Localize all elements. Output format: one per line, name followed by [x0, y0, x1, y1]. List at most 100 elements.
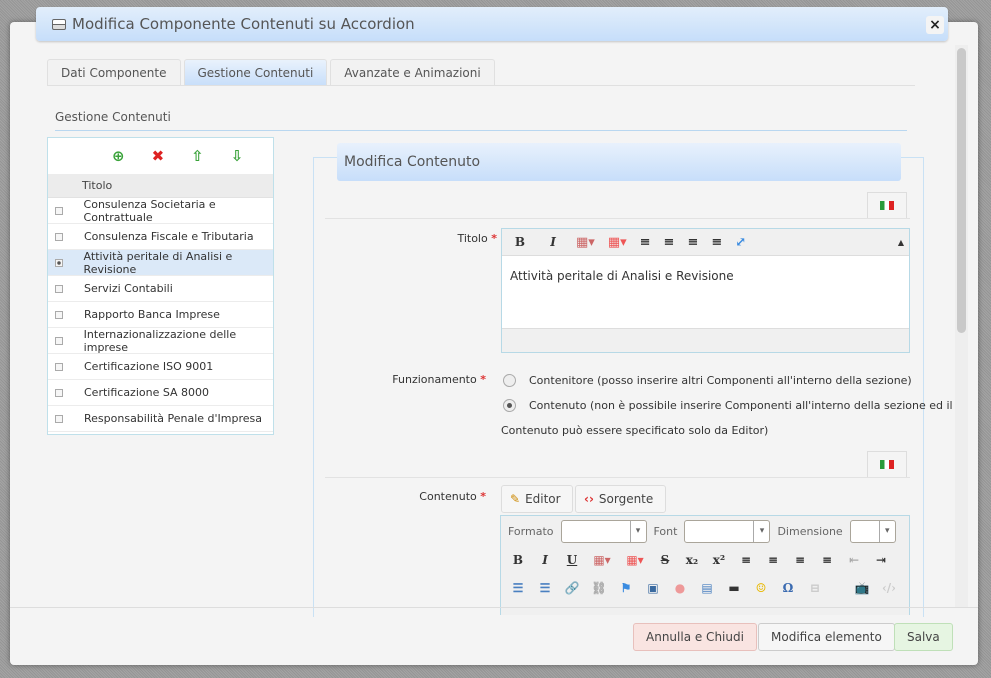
- row-checkbox[interactable]: [55, 284, 63, 293]
- font-select[interactable]: [684, 519, 771, 543]
- radio-contenuto[interactable]: [503, 399, 516, 412]
- row-checkbox[interactable]: [55, 206, 63, 215]
- save-button[interactable]: Salva: [894, 623, 953, 651]
- close-button[interactable]: ×: [926, 16, 944, 34]
- formato-select[interactable]: [560, 519, 647, 543]
- option-contenuto-cont: Contenuto può essere specificato solo da…: [501, 424, 769, 437]
- link-icon[interactable]: 🔗: [562, 581, 582, 595]
- numbered-list-icon[interactable]: ☰: [508, 581, 528, 595]
- subscript-icon[interactable]: x₂: [682, 553, 702, 567]
- list-item[interactable]: Consulenza Societaria e Contrattuale: [48, 198, 273, 224]
- flag-it-button[interactable]: [867, 451, 907, 477]
- tab-avanzate[interactable]: Avanzate e Animazioni: [330, 59, 495, 86]
- image-icon[interactable]: ▣: [643, 581, 663, 595]
- add-icon[interactable]: ⊕: [112, 147, 125, 165]
- align-right-icon[interactable]: ≡: [687, 235, 698, 250]
- bullet-list-icon[interactable]: ☰: [535, 581, 555, 595]
- option-contenuto[interactable]: Contenuto (non è possibile inserire Comp…: [529, 399, 953, 412]
- list-item[interactable]: Internazionalizzazione delle imprese: [48, 328, 273, 354]
- move-up-icon[interactable]: ⇧: [191, 147, 204, 165]
- modify-button[interactable]: Modifica elemento: [758, 623, 895, 651]
- row-checkbox[interactable]: [55, 258, 63, 267]
- formato-label: Formato: [508, 524, 554, 538]
- div-icon[interactable]: ‹/›: [879, 581, 899, 595]
- bold-icon[interactable]: B: [508, 553, 528, 567]
- flash-icon[interactable]: ●: [670, 581, 690, 595]
- page-break-icon[interactable]: ⊟: [805, 581, 825, 595]
- divider: [47, 85, 915, 86]
- list-item[interactable]: Responsabilità Penale d'Impresa: [48, 406, 273, 432]
- scrollbar-thumb[interactable]: [957, 48, 966, 333]
- collapse-icon[interactable]: ▲: [898, 237, 904, 247]
- iframe-icon[interactable]: 📺: [852, 581, 872, 595]
- outdent-icon[interactable]: ⇤: [844, 553, 864, 567]
- list-item[interactable]: Attività peritale di Analisi e Revisione: [48, 250, 273, 276]
- list-item[interactable]: Rapporto Banca Imprese: [48, 302, 273, 328]
- list-item-title: Consulenza Fiscale e Tributaria: [84, 230, 254, 243]
- tab-dati-componente[interactable]: Dati Componente: [47, 59, 181, 86]
- dimensione-select[interactable]: [849, 519, 896, 543]
- flag-it-button[interactable]: [867, 192, 907, 218]
- editor-tab[interactable]: ✎ Editor: [501, 485, 573, 513]
- anchor-icon[interactable]: ⚑: [616, 581, 636, 595]
- tab-gestione-contenuti[interactable]: Gestione Contenuti: [183, 59, 328, 86]
- move-down-icon[interactable]: ⇩: [231, 147, 244, 165]
- align-center-icon[interactable]: ≡: [664, 235, 675, 250]
- list-item[interactable]: Consulenza Fiscale e Tributaria: [48, 224, 273, 250]
- smiley-icon[interactable]: ☺: [751, 581, 771, 595]
- list-item-title: Servizi Contabili: [84, 282, 173, 295]
- text-color-icon[interactable]: ▦▾: [589, 553, 615, 567]
- option-contenitore[interactable]: Contenitore (posso inserire altri Compon…: [529, 374, 912, 387]
- superscript-icon[interactable]: x²: [709, 553, 729, 567]
- row-checkbox[interactable]: [55, 232, 63, 241]
- divider: [325, 218, 910, 219]
- titolo-toolbar: BI ▦▾ ▦▾ ≡ ≡ ≡ ≡ ⤢ ▲: [502, 229, 909, 256]
- row-checkbox[interactable]: [55, 336, 63, 345]
- italic-icon[interactable]: I: [535, 553, 555, 567]
- edit-panel-title: Modifica Contenuto: [337, 143, 901, 181]
- maximize-icon[interactable]: ⤢: [735, 235, 746, 250]
- titolo-editor[interactable]: BI ▦▾ ▦▾ ≡ ≡ ≡ ≡ ⤢ ▲ Attività peritale di Ana…: [501, 228, 910, 353]
- resize-handle[interactable]: [502, 328, 909, 352]
- divider: [325, 477, 910, 478]
- table-icon[interactable]: ▦▾: [622, 553, 648, 567]
- window-icon: [52, 18, 66, 30]
- justify-icon[interactable]: ≡: [711, 235, 722, 250]
- justify-icon[interactable]: ≡: [817, 553, 837, 567]
- strikethrough-icon[interactable]: S: [655, 553, 675, 567]
- list-item[interactable]: Certificazione SA 8000: [48, 380, 273, 406]
- radio-contenitore[interactable]: [503, 374, 516, 387]
- cancel-button[interactable]: Annulla e Chiudi: [633, 623, 757, 651]
- align-left-icon[interactable]: ≡: [736, 553, 756, 567]
- row-checkbox[interactable]: [55, 388, 63, 397]
- table-icon[interactable]: ▦▾: [608, 235, 627, 250]
- delete-icon[interactable]: ✖: [152, 147, 165, 165]
- row-checkbox[interactable]: [55, 362, 63, 371]
- horizontal-rule-icon[interactable]: ▬: [724, 581, 744, 595]
- special-char-icon[interactable]: Ω: [778, 581, 798, 595]
- italic-icon[interactable]: I: [543, 235, 563, 249]
- row-checkbox[interactable]: [55, 414, 63, 423]
- underline-icon[interactable]: U: [562, 553, 582, 567]
- column-header-titolo[interactable]: Titolo: [48, 174, 273, 198]
- unlink-icon[interactable]: ⛓: [589, 581, 609, 595]
- row-checkbox[interactable]: [55, 310, 63, 319]
- list-item-title: Certificazione ISO 9001: [84, 360, 214, 373]
- list-toolbar: ⊕ ✖ ⇧ ⇩: [48, 138, 273, 174]
- indent-icon[interactable]: ⇥: [871, 553, 891, 567]
- list-item[interactable]: Servizi Contabili: [48, 276, 273, 302]
- text-color-icon[interactable]: ▦▾: [576, 235, 595, 250]
- content-editor[interactable]: Formato Font Dimensione BIU ▦▾ ▦▾ Sx₂ x² ≡…: [500, 515, 910, 615]
- align-center-icon[interactable]: ≡: [763, 553, 783, 567]
- titolo-text[interactable]: Attività peritale di Analisi e Revisione: [502, 256, 909, 296]
- style-row: BIU ▦▾ ▦▾ Sx₂ x² ≡ ≡ ≡ ≡ ⇤ ⇥: [501, 546, 909, 574]
- list-item[interactable]: Certificazione ISO 9001: [48, 354, 273, 380]
- tab-bar: Dati Componente Gestione Contenuti Avanz…: [47, 59, 495, 86]
- align-right-icon[interactable]: ≡: [790, 553, 810, 567]
- bold-icon[interactable]: B: [510, 235, 530, 249]
- dialog-titlebar[interactable]: Modifica Componente Contenuti su Accordi…: [36, 7, 948, 41]
- align-left-icon[interactable]: ≡: [640, 235, 651, 250]
- source-tab[interactable]: ‹› Sorgente: [575, 485, 666, 513]
- insert-row: ☰ ☰ 🔗 ⛓ ⚑ ▣ ● ▤ ▬ ☺ Ω ⊟ 📺 ‹/›: [501, 574, 909, 602]
- table-insert-icon[interactable]: ▤: [697, 581, 717, 595]
